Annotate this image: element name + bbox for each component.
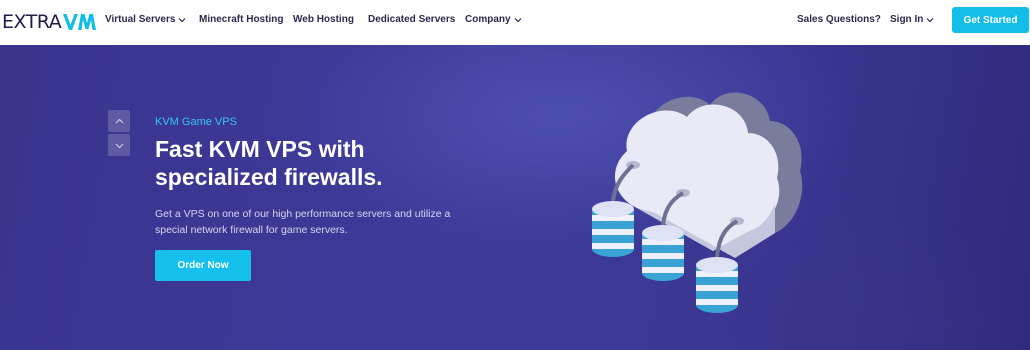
sign-in-menu[interactable]: Sign In xyxy=(890,14,934,25)
nav-web-hosting-label: Web Hosting xyxy=(293,14,354,25)
nav-dedicated-servers-label: Dedicated Servers xyxy=(368,14,456,25)
nav-company[interactable]: Company xyxy=(465,14,522,25)
hero-eyebrow: KVM Game VPS xyxy=(155,116,237,128)
hero-description: Get a VPS on one of our high performance… xyxy=(155,208,451,236)
nav-dedicated-servers[interactable]: Dedicated Servers xyxy=(368,14,455,25)
logo-text: EXTRA xyxy=(2,11,62,33)
slide-controls xyxy=(108,110,130,158)
nav-virtual-servers-label: Virtual Servers xyxy=(105,14,176,25)
chevron-down-icon xyxy=(926,17,934,22)
sign-in-label: Sign In xyxy=(890,14,924,25)
top-navbar: EXTRA Virtual Servers Minecraft Hosting … xyxy=(0,0,1030,45)
nav-web-hosting[interactable]: Web Hosting xyxy=(293,14,354,25)
get-started-button[interactable]: Get Started xyxy=(952,7,1029,33)
sales-questions-link[interactable]: Sales Questions? xyxy=(797,14,881,25)
nav-virtual-servers[interactable]: Virtual Servers xyxy=(105,14,186,25)
slide-next-button[interactable] xyxy=(108,134,130,156)
order-now-button[interactable]: Order Now xyxy=(155,250,251,281)
nav-minecraft-hosting-label: Minecraft Hosting xyxy=(199,14,284,25)
site-logo[interactable]: EXTRA xyxy=(2,9,97,35)
cloud-database-illustration xyxy=(592,92,803,313)
nav-minecraft-hosting[interactable]: Minecraft Hosting xyxy=(199,14,283,25)
chevron-down-icon xyxy=(178,17,186,22)
chevron-down-icon xyxy=(514,17,521,22)
chevron-up-icon xyxy=(115,118,123,123)
nav-company-label: Company xyxy=(465,14,511,25)
vm-logo-mark-icon xyxy=(63,14,97,30)
slide-prev-button[interactable] xyxy=(108,110,130,132)
sales-questions-label: Sales Questions? xyxy=(797,14,881,25)
hero-headline: Fast KVM VPS with specialized firewalls. xyxy=(155,136,383,190)
hero-section: KVM Game VPS Fast KVM VPS with specializ… xyxy=(0,45,1030,350)
chevron-down-icon xyxy=(115,143,123,148)
